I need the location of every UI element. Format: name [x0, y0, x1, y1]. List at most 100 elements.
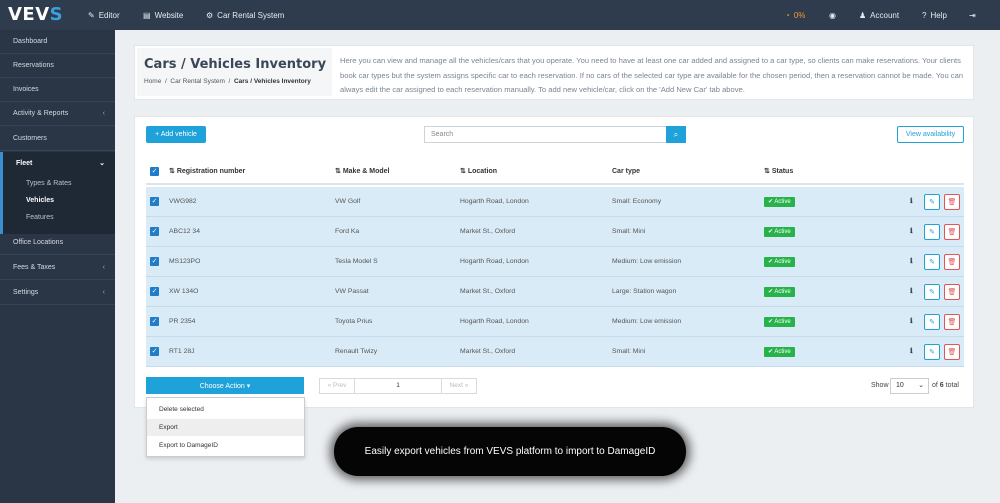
row-checkbox[interactable]: ✓	[150, 197, 159, 206]
table-row: ✓ XW 134O VW Passat Market St., Oxford Large…	[146, 277, 964, 307]
info-icon[interactable]: ℹ	[910, 317, 913, 325]
edit-button[interactable]: ✎	[924, 224, 940, 240]
edit-button[interactable]: ✎	[924, 254, 940, 270]
column-make-model[interactable]: ⇅ Make & Model	[335, 159, 390, 185]
vevs-logo[interactable]: VEVS	[8, 4, 63, 26]
sidebar-item-dashboard[interactable]: Dashboard	[0, 30, 115, 54]
info-icon[interactable]: ℹ	[910, 257, 913, 265]
column-status[interactable]: ⇅ Status	[764, 159, 793, 185]
help-menu[interactable]: ? Help	[922, 0, 947, 30]
row-checkbox[interactable]: ✓	[150, 347, 159, 356]
make-model-cell: Ford Ka	[335, 228, 360, 235]
pencil-icon: ✎	[929, 259, 935, 266]
registration-cell: MS123PO	[169, 258, 201, 265]
make-model-cell: VW Golf	[335, 198, 361, 205]
trash-icon: 🗑	[947, 319, 957, 326]
status-badge: ✔ Active	[764, 227, 795, 237]
action-delete-selected[interactable]: Delete selected	[147, 401, 304, 418]
table-row: ✓ VWG982 VW Golf Hogarth Road, London Small:…	[146, 187, 964, 217]
preview-button[interactable]: ◉	[829, 0, 836, 30]
page-input[interactable]: 1	[354, 378, 442, 394]
info-icon[interactable]: ℹ	[910, 287, 913, 295]
search-input[interactable]: Search	[424, 126, 668, 143]
chevron-down-icon: ⌄	[99, 160, 105, 167]
info-icon[interactable]: ℹ	[910, 197, 913, 205]
sidebar-item-invoices[interactable]: Invoices	[0, 78, 115, 102]
nav-car-rental-system[interactable]: ⚙ Car Rental System	[206, 0, 284, 30]
info-icon[interactable]: ℹ	[910, 347, 913, 355]
car-type-cell: Small: Mini	[612, 348, 646, 355]
check-icon: ✔	[768, 349, 774, 355]
delete-button[interactable]: 🗑	[944, 314, 960, 330]
progress-indicator[interactable]: ◔ 0%	[785, 0, 805, 30]
row-checkbox[interactable]: ✓	[150, 287, 159, 296]
view-availability-button[interactable]: View availability	[897, 126, 964, 143]
sort-icon: ⇅	[460, 168, 466, 175]
next-page-button[interactable]: Next »	[441, 378, 477, 394]
car-type-cell: Small: Economy	[612, 198, 662, 205]
row-checkbox[interactable]: ✓	[150, 257, 159, 266]
column-location[interactable]: ⇅ Location	[460, 159, 497, 185]
check-icon: ✔	[768, 259, 774, 265]
info-icon[interactable]: ℹ	[910, 227, 913, 235]
sidebar-item-reservations[interactable]: Reservations	[0, 54, 115, 78]
title-box	[137, 48, 332, 96]
sidebar-subitem-vehicles[interactable]: Vehicles	[26, 197, 54, 204]
table-row: ✓ PR 2354 Toyota Prius Hogarth Road, London…	[146, 307, 964, 337]
edit-button[interactable]: ✎	[924, 284, 940, 300]
search-button[interactable]: ⌕	[666, 126, 686, 143]
pencil-icon: ✎	[929, 319, 935, 326]
delete-button[interactable]: 🗑	[944, 194, 960, 210]
table-row: ✓ ABC12 34 Ford Ka Market St., Oxford Small:…	[146, 217, 964, 247]
location-cell: Market St., Oxford	[460, 228, 516, 235]
per-page-select[interactable]: 10 ⌄	[890, 378, 929, 394]
sidebar-subitem-features[interactable]: Features	[26, 214, 54, 221]
table-header: ✓ ⇅ Registration number ⇅ Make & Model ⇅…	[146, 159, 964, 185]
add-vehicle-button[interactable]: + Add vehicle	[146, 126, 206, 143]
progress-icon: ◔	[785, 10, 790, 20]
sidebar-subitem-types-rates[interactable]: Types & Rates	[26, 180, 72, 187]
account-menu[interactable]: ♟ Account	[859, 0, 899, 30]
page-title: Cars / Vehicles Inventory	[144, 57, 327, 72]
delete-button[interactable]: 🗑	[944, 284, 960, 300]
sidebar-item-settings[interactable]: Settings ‹	[0, 281, 115, 305]
sidebar-item-customers[interactable]: Customers	[0, 127, 115, 151]
delete-button[interactable]: 🗑	[944, 254, 960, 270]
action-export-damageid[interactable]: Export to DamageID	[147, 437, 304, 454]
export-tooltip: Easily export vehicles from VEVS platfor…	[334, 427, 686, 476]
choose-action-button[interactable]: Choose Action ▾	[146, 377, 304, 394]
edit-button[interactable]: ✎	[924, 194, 940, 210]
row-checkbox[interactable]: ✓	[150, 317, 159, 326]
nav-editor[interactable]: ✎ Editor	[88, 0, 120, 30]
sidebar-item-office-locations[interactable]: Office Locations	[0, 231, 115, 255]
registration-cell: VWG982	[169, 198, 197, 205]
sidebar-item-activity-reports[interactable]: Activity & Reports ‹	[0, 102, 115, 126]
action-export[interactable]: Export	[147, 419, 304, 436]
location-cell: Hogarth Road, London	[460, 198, 529, 205]
edit-button[interactable]: ✎	[924, 344, 940, 360]
delete-button[interactable]: 🗑	[944, 344, 960, 360]
search-icon: ⌕	[673, 129, 679, 139]
chevron-left-icon: ‹	[102, 289, 105, 296]
prev-page-button[interactable]: « Prev	[319, 378, 355, 394]
registration-cell: RT1 28J	[169, 348, 195, 355]
nav-website[interactable]: ▤ Website	[143, 0, 183, 30]
trash-icon: 🗑	[947, 289, 957, 296]
check-icon: ✔	[768, 229, 774, 235]
edit-button[interactable]: ✎	[924, 314, 940, 330]
logout-button[interactable]: ⇥	[969, 0, 976, 30]
breadcrumb-home[interactable]: Home	[144, 78, 161, 85]
delete-button[interactable]: 🗑	[944, 224, 960, 240]
column-registration[interactable]: ⇅ Registration number	[169, 159, 245, 185]
make-model-cell: VW Passat	[335, 288, 369, 295]
gear-icon: ⚙	[206, 10, 214, 20]
select-all-checkbox[interactable]: ✓	[150, 167, 159, 176]
chevron-down-icon: ⌄	[918, 382, 924, 389]
sidebar-item-fleet[interactable]: Fleet ⌄	[0, 151, 115, 175]
breadcrumb-current: Cars / Vehicles Inventory	[233, 78, 311, 85]
sidebar-item-fees-taxes[interactable]: Fees & Taxes ‹	[0, 256, 115, 280]
row-checkbox[interactable]: ✓	[150, 227, 159, 236]
action-dropdown: Delete selected Export Export to DamageI…	[146, 397, 305, 457]
status-badge: ✔ Active	[764, 287, 795, 297]
breadcrumb-car-rental[interactable]: Car Rental System	[170, 78, 225, 85]
